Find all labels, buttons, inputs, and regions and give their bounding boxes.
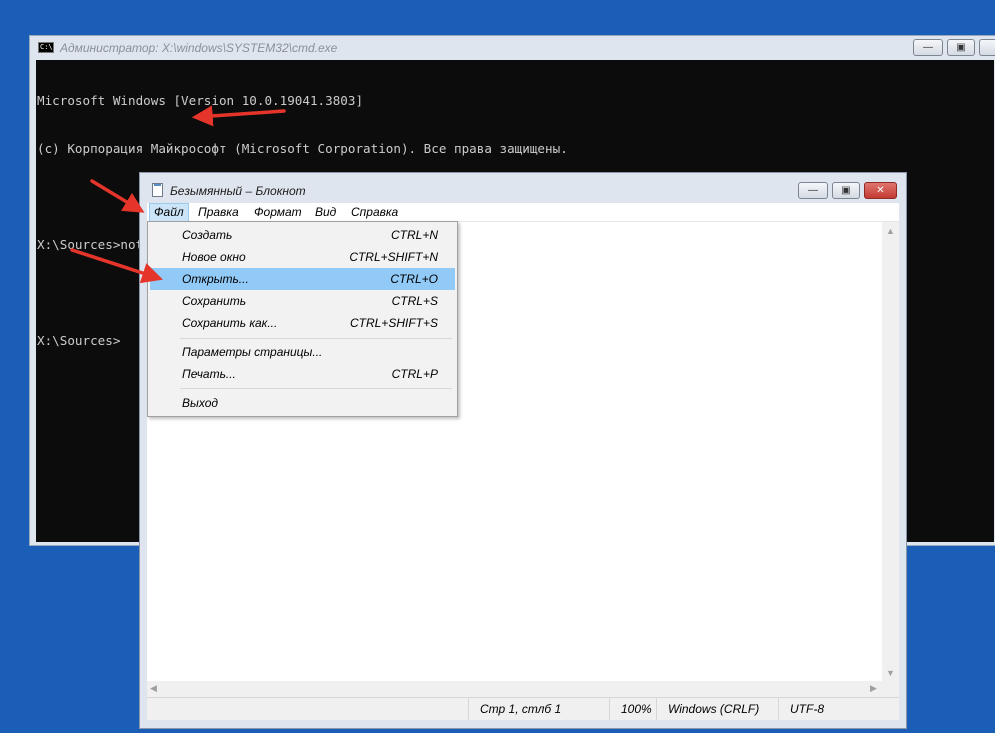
menu-format[interactable]: Формат — [250, 203, 306, 222]
menu-edit[interactable]: Правка — [194, 203, 243, 222]
menu-item-label: Новое окно — [182, 250, 246, 264]
menu-item-print[interactable]: Печать... CTRL+P — [150, 363, 455, 385]
menu-item-label: Печать... — [182, 367, 236, 381]
menu-item-exit[interactable]: Выход — [150, 392, 455, 414]
menu-file[interactable]: Файл — [149, 203, 189, 222]
menu-item-shortcut: CTRL+P — [391, 367, 438, 381]
cmd-app-icon: C:\ — [38, 42, 54, 53]
menu-separator — [180, 338, 452, 339]
menu-item-save[interactable]: Сохранить CTRL+S — [150, 290, 455, 312]
menu-item-label: Сохранить — [182, 294, 247, 308]
menu-item-shortcut: CTRL+O — [390, 272, 438, 286]
menu-item-open[interactable]: Открыть... CTRL+O — [150, 268, 455, 290]
menu-item-save-as[interactable]: Сохранить как... CTRL+SHIFT+S — [150, 312, 455, 334]
console-line: Microsoft Windows [Version 10.0.19041.38… — [37, 93, 364, 108]
cmd-window-title: Администратор: X:\windows\SYSTEM32\cmd.e… — [60, 41, 338, 55]
menu-item-label: Выход — [182, 396, 219, 410]
menu-item-shortcut: CTRL+N — [390, 228, 438, 242]
notepad-minimize-button[interactable]: — — [798, 182, 828, 199]
cmd-minimize-button[interactable]: — — [913, 39, 943, 56]
status-cursor-position: Стр 1, стлб 1 — [468, 698, 609, 720]
scroll-right-icon[interactable]: ▶ — [870, 683, 877, 694]
console-line: (c) Корпорация Майкрософт (Microsoft Cor… — [37, 141, 568, 156]
status-encoding: UTF-8 — [778, 698, 899, 720]
cmd-close-button[interactable] — [979, 39, 995, 56]
notepad-maximize-button[interactable]: ▣ — [832, 182, 860, 199]
menu-view[interactable]: Вид — [311, 203, 340, 222]
file-dropdown-menu: Создать CTRL+N Новое окно CTRL+SHIFT+N О… — [147, 221, 458, 417]
status-line-endings: Windows (CRLF) — [656, 698, 778, 720]
notepad-close-button[interactable]: ✕ — [864, 182, 897, 199]
scroll-down-icon[interactable]: ▼ — [886, 668, 895, 678]
notepad-statusbar: Стр 1, стлб 1 100% Windows (CRLF) UTF-8 — [147, 697, 899, 720]
cmd-titlebar[interactable]: C:\ Администратор: X:\windows\SYSTEM32\c… — [30, 36, 995, 60]
menu-separator — [180, 388, 452, 389]
menu-item-label: Открыть... — [182, 272, 249, 286]
scrollbar-corner — [882, 681, 899, 697]
notepad-menubar: Файл Правка Формат Вид Справка — [147, 203, 899, 222]
notepad-app-icon — [152, 183, 163, 197]
menu-item-page-setup[interactable]: Параметры страницы... — [150, 341, 455, 363]
vertical-scrollbar[interactable]: ▲ ▼ — [882, 222, 899, 681]
menu-item-shortcut: CTRL+SHIFT+N — [349, 250, 438, 264]
menu-item-label: Сохранить как... — [182, 316, 278, 330]
horizontal-scrollbar[interactable]: ◀ ▶ — [147, 681, 882, 697]
menu-item-label: Создать — [182, 228, 233, 242]
menu-help[interactable]: Справка — [347, 203, 402, 222]
menu-item-new[interactable]: Создать CTRL+N — [150, 224, 455, 246]
menu-item-shortcut: CTRL+S — [391, 294, 438, 308]
menu-item-label: Параметры страницы... — [182, 345, 323, 359]
notepad-window-title: Безымянный – Блокнот — [170, 184, 306, 198]
scroll-up-icon[interactable]: ▲ — [886, 226, 895, 236]
menu-item-shortcut: CTRL+SHIFT+S — [349, 316, 438, 330]
cmd-maximize-button[interactable]: ▣ — [947, 39, 975, 56]
menu-item-new-window[interactable]: Новое окно CTRL+SHIFT+N — [150, 246, 455, 268]
scroll-left-icon[interactable]: ◀ — [150, 683, 157, 694]
